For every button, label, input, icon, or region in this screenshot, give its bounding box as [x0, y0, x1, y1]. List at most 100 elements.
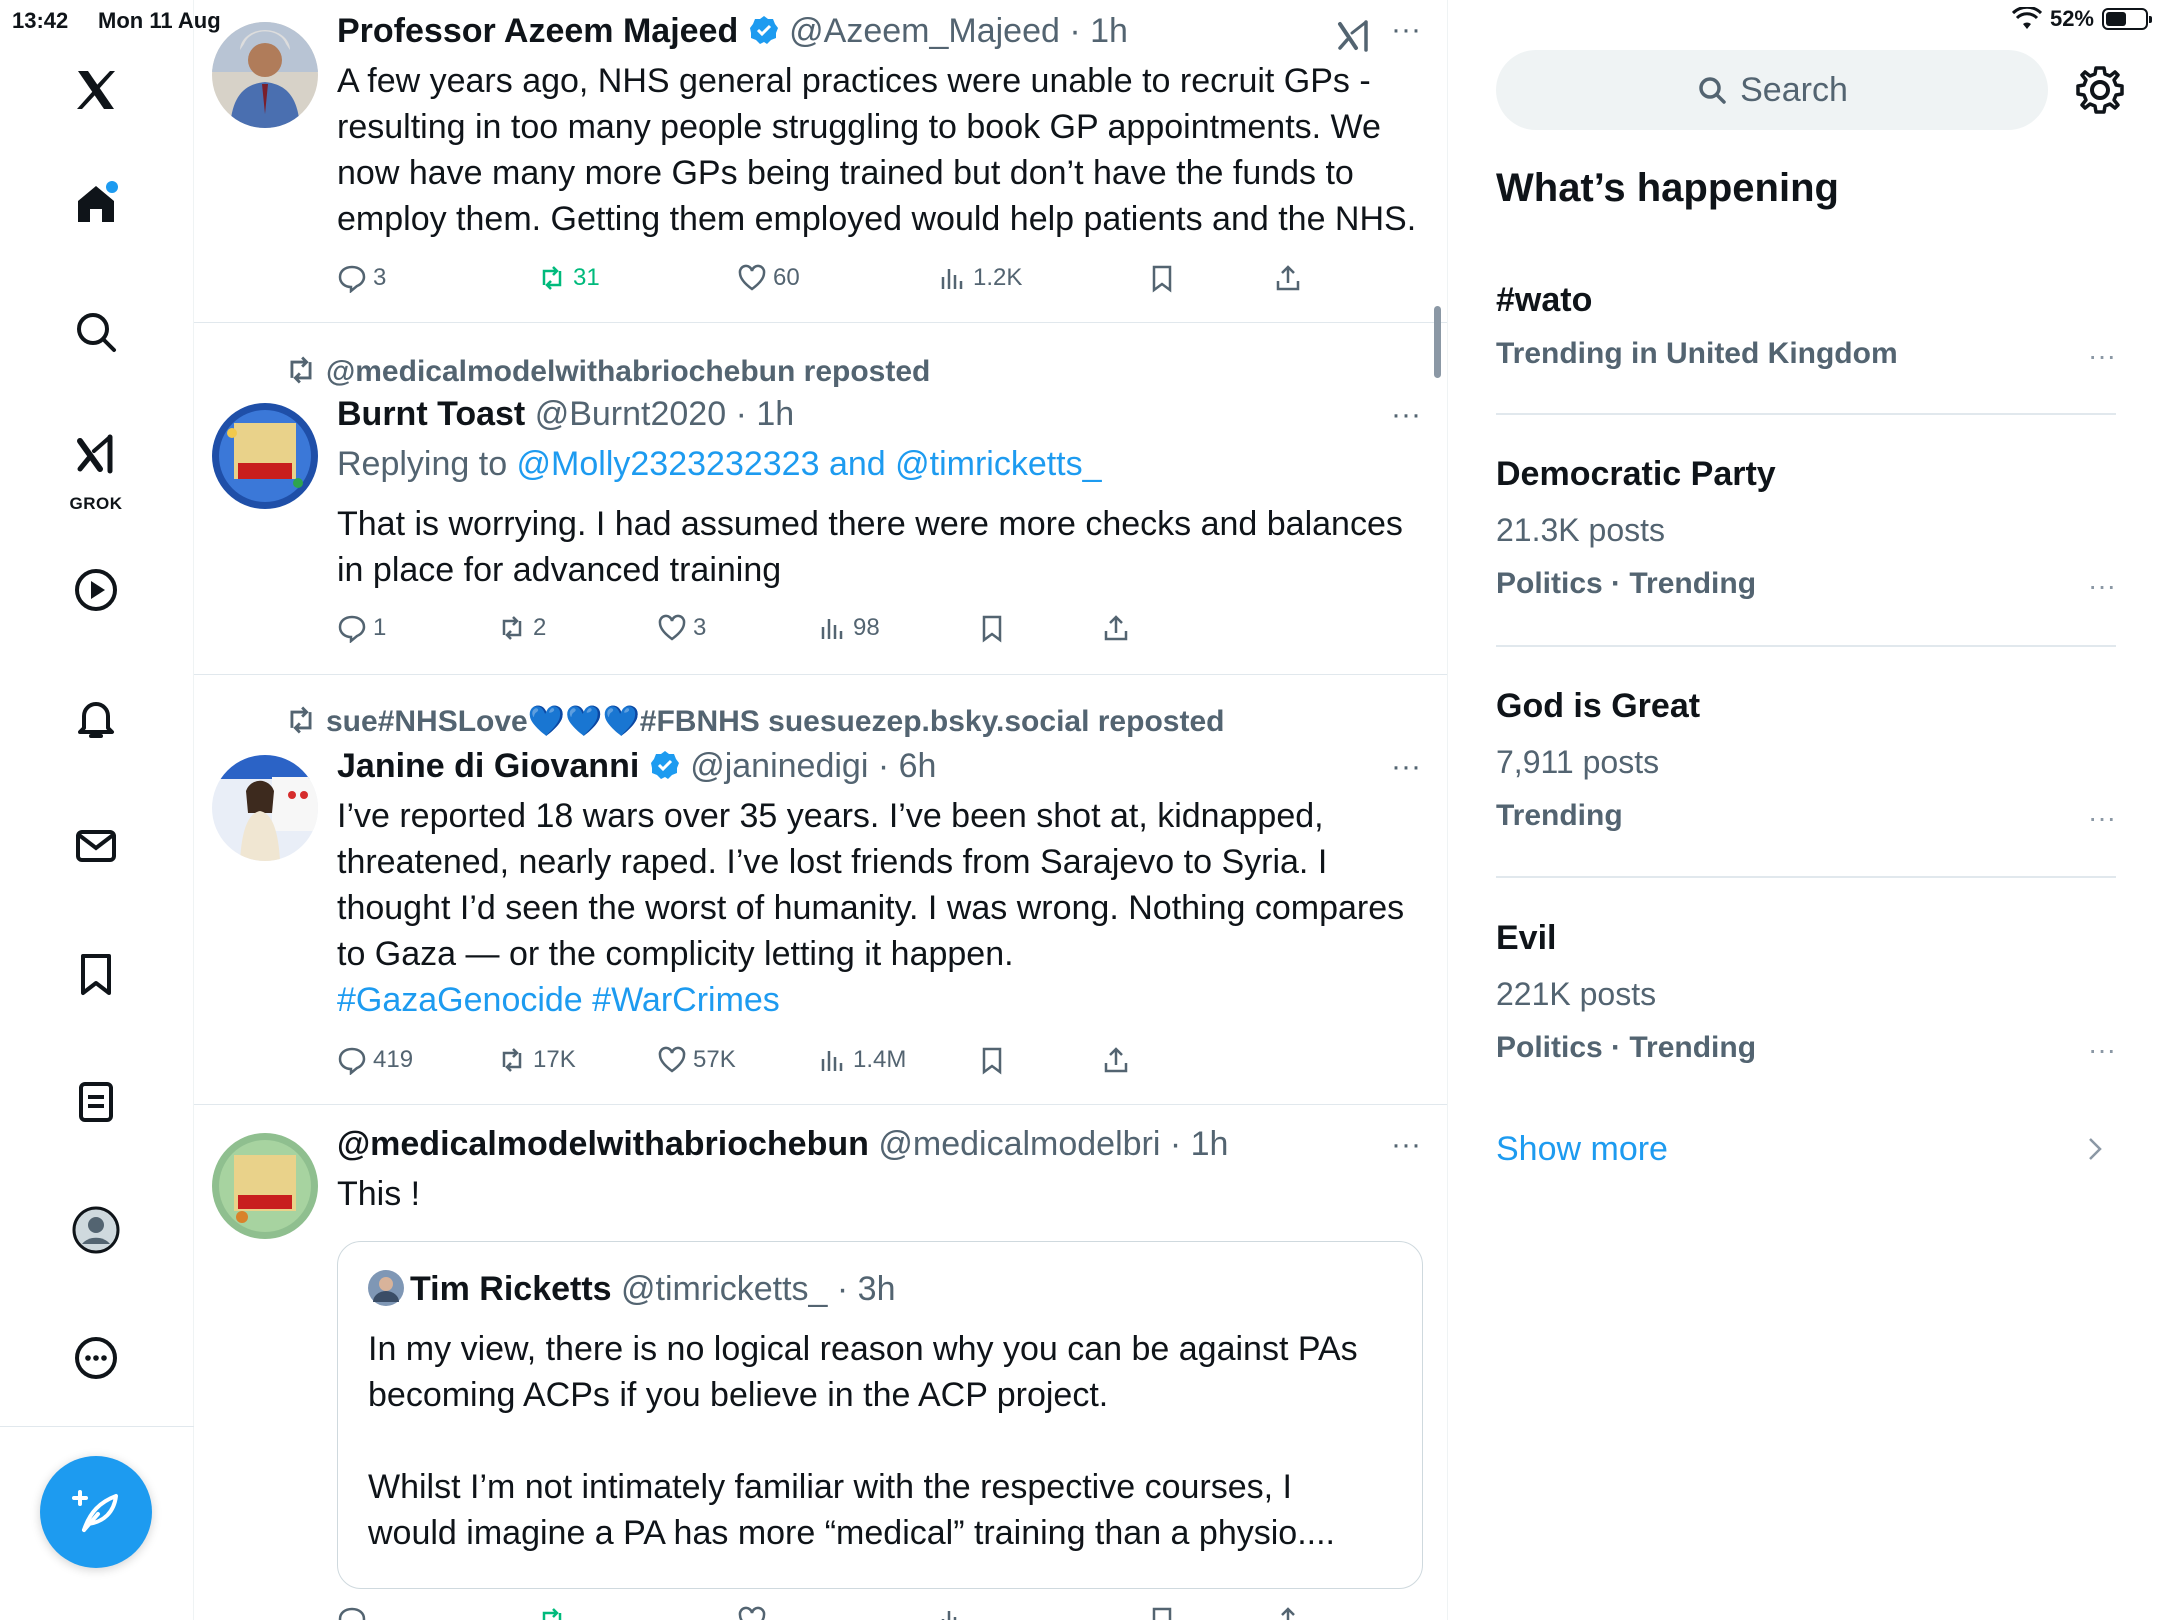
trend-item[interactable]: God is Great 7,911 posts Trending ···	[1496, 684, 2116, 836]
share-button[interactable]	[1101, 1045, 1131, 1075]
post[interactable]: Professor Azeem Majeed @Azeem_Majeed · 1…	[194, 0, 1447, 323]
trend-item[interactable]: Evil 221K posts Politics · Trending ···	[1496, 916, 2116, 1068]
repost-button[interactable]: 31	[537, 263, 600, 293]
bookmark-button[interactable]	[977, 613, 1007, 643]
repost-button[interactable]: 17K	[497, 1045, 576, 1075]
share-icon	[1104, 1047, 1128, 1073]
x-logo[interactable]	[56, 50, 136, 130]
share-icon	[1281, 1607, 1295, 1620]
trend-more-icon[interactable]: ···	[2088, 572, 2116, 600]
repost-button[interactable]	[537, 1605, 567, 1620]
nav-divider	[0, 1426, 194, 1427]
separator-dot: ·	[827, 1270, 858, 1308]
author-handle[interactable]: @Burnt2020	[535, 395, 726, 433]
nav-search[interactable]	[56, 292, 136, 372]
post-header: Burnt Toast @Burnt2020 · 1h	[337, 393, 1423, 435]
trend-more-icon[interactable]: ···	[2088, 1036, 2116, 1064]
nav-grok[interactable]: GROK	[56, 420, 136, 513]
trend-name: #wato	[1496, 281, 1593, 319]
post-actions: 3 31 60 1.2K	[337, 263, 1337, 303]
reply-count: 3	[373, 264, 387, 291]
views-button[interactable]: 1.2K	[937, 263, 1022, 293]
like-button[interactable]: 60	[737, 263, 800, 293]
repost-button[interactable]: 2	[497, 613, 546, 643]
show-more-link[interactable]: Show more	[1496, 1130, 2116, 1169]
nav-lists[interactable]	[56, 1062, 136, 1142]
settings-gear-icon[interactable]	[2074, 64, 2126, 116]
reply-button[interactable]: 1	[337, 613, 386, 643]
bookmarks-icon	[81, 954, 111, 995]
post-time: 6h	[898, 747, 937, 785]
trend-item[interactable]: #wato Trending in United Kingdom ···	[1496, 278, 2116, 374]
nav-bookmarks[interactable]	[56, 934, 136, 1014]
bookmark-button[interactable]	[1147, 1605, 1177, 1620]
more-options-icon[interactable]: ···	[1386, 752, 1426, 787]
views-button[interactable]: 1.4M	[817, 1045, 906, 1075]
quoted-post-header: Tim Ricketts @timricketts_ · 3h	[368, 1268, 896, 1310]
reply-button[interactable]	[337, 1605, 367, 1620]
post[interactable]: @medicalmodelwithabriochebun reposted Bu…	[194, 323, 1447, 675]
more-options-icon[interactable]: ···	[1386, 1130, 1426, 1165]
replying-to: Replying to @Molly2323232323 and @timric…	[337, 441, 1423, 487]
quoted-post-text: Whilst I’m not intimately familiar with …	[368, 1468, 1335, 1552]
repost-icon	[502, 1048, 522, 1072]
reply-icon	[338, 265, 366, 293]
author-name[interactable]: Janine di Giovanni	[337, 747, 639, 785]
trend-item[interactable]: Democratic Party 21.3K posts Politics · …	[1496, 452, 2116, 604]
trend-more-icon[interactable]: ···	[2088, 804, 2116, 832]
post[interactable]: sue#NHSLove💙💙💙#FBNHS suesuezep.bsky.soci…	[194, 675, 1447, 1105]
like-button[interactable]	[737, 1605, 767, 1620]
views-button[interactable]: 98	[817, 613, 880, 643]
nav-home[interactable]	[56, 163, 136, 243]
heart-icon	[738, 1606, 766, 1620]
trend-more-icon[interactable]: ···	[2088, 342, 2116, 370]
bookmark-icon	[982, 1047, 1002, 1075]
reposted-by[interactable]: sue#NHSLove💙💙💙#FBNHS suesuezep.bsky.soci…	[326, 705, 1224, 738]
author-name[interactable]: Burnt Toast	[337, 395, 525, 433]
share-button[interactable]	[1101, 613, 1131, 643]
nav-video[interactable]	[56, 550, 136, 630]
reply-button[interactable]: 419	[337, 1045, 413, 1075]
views-button[interactable]	[937, 1605, 967, 1620]
quoted-post[interactable]: Tim Ricketts @timricketts_ · 3h In my vi…	[337, 1241, 1423, 1589]
avatar[interactable]	[212, 755, 318, 861]
author-handle[interactable]: @medicalmodelbri	[878, 1125, 1160, 1163]
share-button[interactable]	[1273, 263, 1303, 293]
repost-indicator: sue#NHSLove💙💙💙#FBNHS suesuezep.bsky.soci…	[284, 703, 1224, 739]
views-icon	[821, 1051, 843, 1071]
reply-button[interactable]: 3	[337, 263, 386, 293]
reposted-by[interactable]: @medicalmodelwithabriochebun reposted	[326, 355, 930, 388]
search-icon	[1699, 77, 1726, 104]
bookmark-button[interactable]	[1147, 263, 1177, 293]
messages-icon	[76, 830, 116, 862]
avatar[interactable]	[212, 1133, 318, 1239]
repost-count: 2	[533, 614, 547, 641]
views-icon	[821, 619, 843, 639]
nav-notifications[interactable]	[56, 678, 136, 758]
compose-button[interactable]	[40, 1456, 152, 1568]
post-text: I’ve reported 18 wars over 35 years. I’v…	[337, 797, 1405, 973]
x-logo-icon	[77, 71, 115, 109]
post[interactable]: @medicalmodelwithabriochebun @medicalmod…	[194, 1105, 1447, 1620]
wifi-icon	[2011, 7, 2042, 29]
author-handle[interactable]: @janinedigi	[690, 747, 868, 785]
search-input[interactable]: Search	[1496, 50, 2048, 130]
like-button[interactable]: 3	[657, 613, 706, 643]
trend-name: Democratic Party	[1496, 455, 1776, 493]
post-content: Professor Azeem Majeed @Azeem_Majeed · 1…	[337, 10, 1423, 242]
nav-more[interactable]	[56, 1318, 136, 1398]
nav-profile[interactable]	[56, 1190, 136, 1270]
more-options-icon[interactable]: ···	[1386, 400, 1426, 435]
bookmark-button[interactable]	[977, 1045, 1007, 1075]
post-hashtags[interactable]: #GazaGenocide #WarCrimes	[337, 977, 1423, 1023]
share-button[interactable]	[1273, 1605, 1303, 1620]
author-name[interactable]: @medicalmodelwithabriochebun	[337, 1125, 869, 1163]
nav-messages[interactable]	[56, 806, 136, 886]
scrollbar[interactable]	[1434, 306, 1441, 378]
battery-icon	[2102, 8, 2152, 30]
like-button[interactable]: 57K	[657, 1045, 736, 1075]
avatar[interactable]	[212, 403, 318, 509]
views-icon	[941, 269, 963, 289]
repost-indicator-icon	[290, 356, 312, 384]
replying-to-users[interactable]: @Molly2323232323 and @timricketts_	[517, 445, 1102, 483]
